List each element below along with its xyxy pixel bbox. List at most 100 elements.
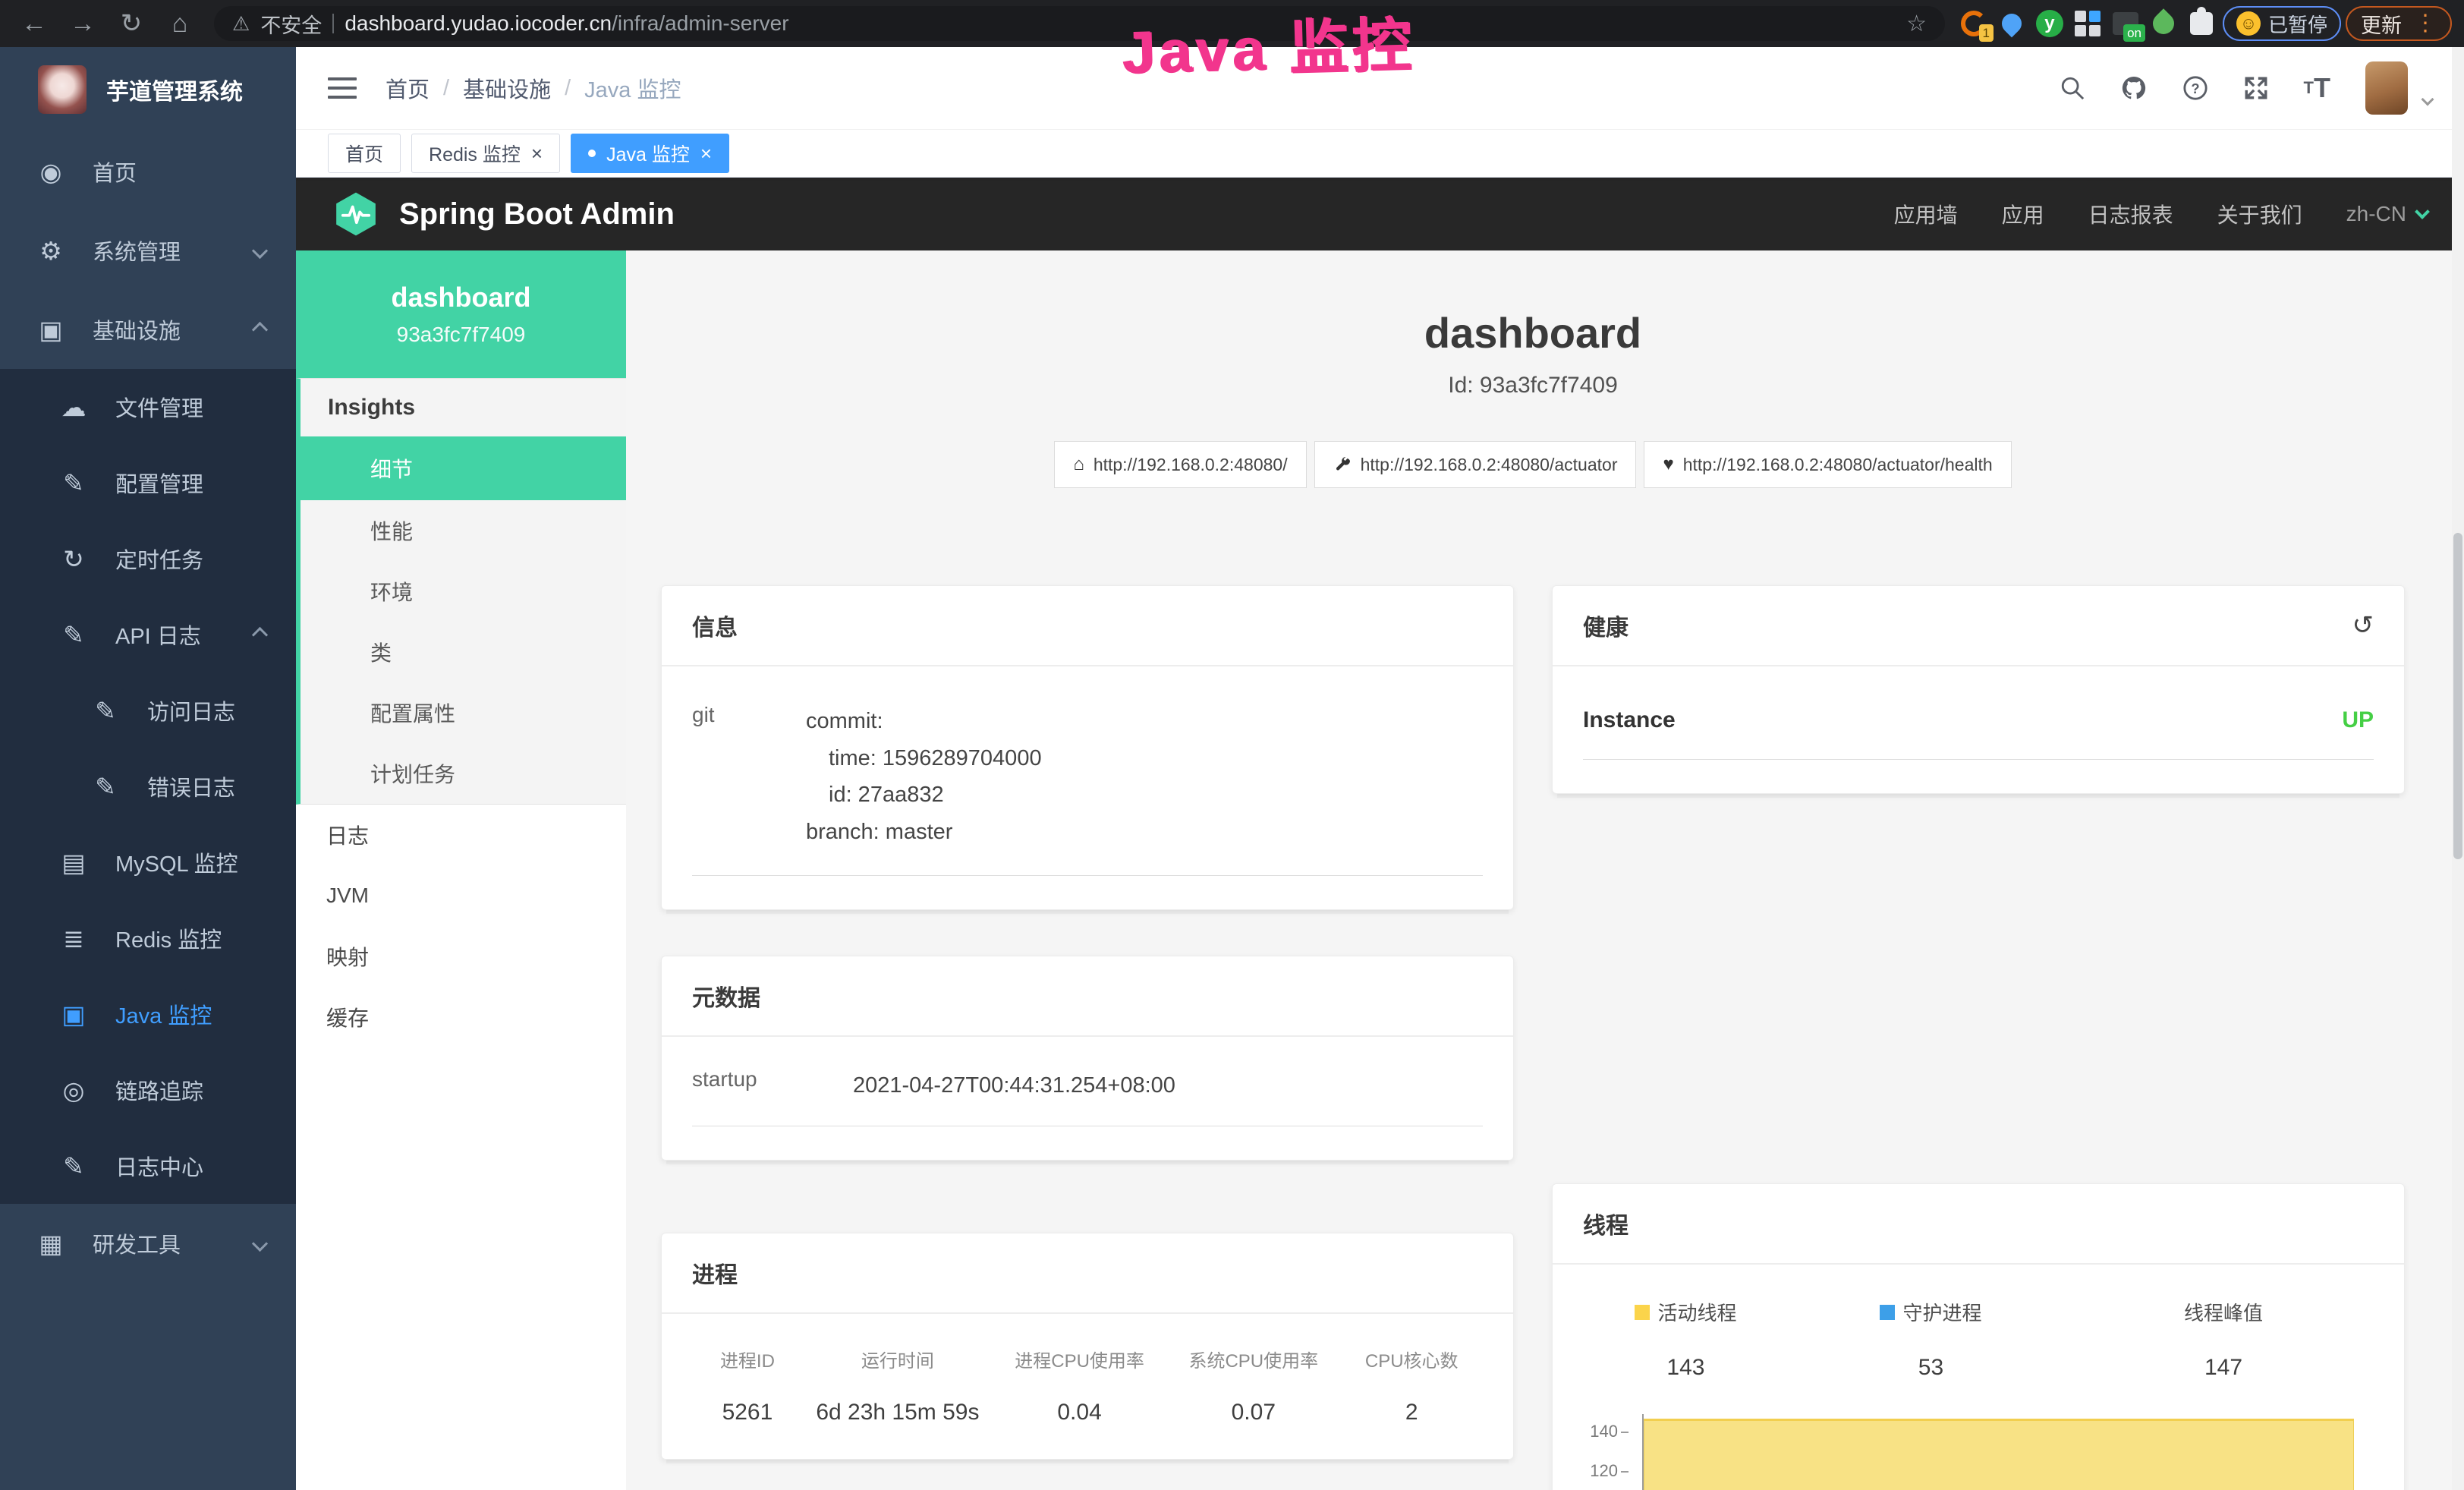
sba-nav-about[interactable]: 关于我们	[2217, 199, 2302, 229]
sidebar-item-tracing[interactable]: ◎ 链路追踪	[0, 1052, 296, 1128]
profile-emoji-icon: ☺	[2236, 11, 2261, 36]
reload-icon[interactable]: ↻	[109, 11, 153, 36]
sba-nav-applications[interactable]: 应用	[2002, 199, 2044, 229]
sba-menu-logs[interactable]: 日志	[296, 805, 626, 865]
sba-menu-mappings[interactable]: 映射	[296, 926, 626, 987]
tab-home[interactable]: 首页	[328, 134, 401, 173]
tab-java-monitor[interactable]: Java 监控 ×	[571, 134, 729, 173]
sidebar-item-java-monitor[interactable]: ▣ Java 监控	[0, 976, 296, 1052]
sidebar-item-label: 定时任务	[115, 543, 203, 575]
sidebar-item-access-logs[interactable]: ✎ 访问日志	[0, 673, 296, 748]
home-icon[interactable]: ⌂	[158, 11, 202, 36]
sidebar-item-label: 文件管理	[115, 391, 203, 423]
process-col-header: 进程CPU使用率	[993, 1346, 1166, 1372]
sidebar-item-mysql-monitor[interactable]: ▤ MySQL 监控	[0, 824, 296, 900]
extension-leaf-icon[interactable]	[2147, 7, 2180, 40]
schedule-icon: ↻	[58, 544, 90, 574]
sba-menu-classes[interactable]: 类	[301, 622, 626, 682]
sidebar-item-redis-monitor[interactable]: ≣ Redis 监控	[0, 900, 296, 976]
sba-menu-environment[interactable]: 环境	[301, 561, 626, 622]
not-secure-warning-icon: ⚠	[232, 12, 250, 36]
actuator-url-chip[interactable]: http://192.168.0.2:48080/actuator	[1314, 441, 1637, 488]
sba-nav-wallboard[interactable]: 应用墙	[1894, 199, 1958, 229]
sba-nav-journal[interactable]: 日志报表	[2088, 199, 2173, 229]
sidebar-item-home[interactable]: ◉ 首页	[0, 132, 296, 211]
sidebar-item-file-mgmt[interactable]: ☁ 文件管理	[0, 369, 296, 445]
page-scrollbar[interactable]	[2452, 47, 2464, 1490]
extensions-puzzle-icon[interactable]	[2185, 7, 2218, 40]
page-subtitle: Id: 93a3fc7f7409	[661, 373, 2405, 398]
sidebar-item-label: Redis 监控	[115, 922, 222, 954]
insights-section-label: Insights	[301, 379, 626, 436]
instance-header[interactable]: dashboard 93a3fc7f7409	[296, 250, 626, 378]
bookmark-star-icon[interactable]: ☆	[1906, 11, 1927, 37]
close-icon[interactable]: ×	[531, 143, 543, 163]
avatar[interactable]	[2365, 61, 2408, 115]
sidebar-item-system-mgmt[interactable]: ⚙ 系统管理	[0, 211, 296, 290]
infrastructure-submenu: ☁ 文件管理 ✎ 配置管理 ↻ 定时任务 ✎ API 日志 ✎ 访问日志 ✎	[0, 369, 296, 1204]
chart-area-fill	[1644, 1419, 2354, 1490]
extension-y-icon[interactable]: y	[2033, 7, 2066, 40]
close-icon[interactable]: ×	[700, 143, 712, 163]
sba-body: dashboard 93a3fc7f7409 Insights 细节 性能 环境…	[296, 250, 2464, 1490]
sidebar-item-log-center[interactable]: ✎ 日志中心	[0, 1128, 296, 1204]
chrome-update-button[interactable]: 更新 ⋮	[2346, 6, 2452, 41]
scrollbar-thumb[interactable]	[2453, 533, 2462, 859]
sidebar-item-infrastructure[interactable]: ▣ 基础设施	[0, 290, 296, 369]
wrench-icon	[1333, 455, 1352, 474]
edit-icon: ✎	[58, 468, 90, 498]
extension-switch-icon[interactable]: on	[2109, 7, 2142, 40]
actuator-url: http://192.168.0.2:48080/actuator	[1361, 455, 1618, 475]
history-icon[interactable]: ↺	[2352, 610, 2374, 641]
chevron-up-icon	[252, 321, 268, 337]
sba-menu-details[interactable]: 细节	[301, 436, 626, 500]
svg-text:?: ?	[2191, 80, 2199, 96]
app-logo-row[interactable]: 芋道管理系统	[0, 47, 296, 132]
github-icon[interactable]	[2120, 74, 2148, 102]
git-branch-line: branch: master	[806, 814, 1042, 851]
active-tab-dot	[588, 150, 596, 157]
extension-pin-icon[interactable]	[1995, 7, 2028, 40]
sidebar-item-dev-tools[interactable]: ▦ 研发工具	[0, 1204, 296, 1283]
legend-peak-threads: 线程峰值	[2073, 1298, 2374, 1326]
service-url-chip[interactable]: ⌂ http://192.168.0.2:48080/	[1054, 441, 1306, 488]
tab-redis-monitor[interactable]: Redis 监控 ×	[411, 134, 560, 173]
breadcrumb-separator: /	[443, 76, 449, 101]
threads-legend-row: 活动线程 守护进程 线程峰值 143	[1583, 1298, 2374, 1381]
sba-menu-config-props[interactable]: 配置属性	[301, 682, 626, 743]
extension-grid-icon[interactable]	[2071, 7, 2104, 40]
avatar-caret-icon[interactable]	[2422, 93, 2434, 106]
chevron-down-icon	[2415, 204, 2430, 219]
cloud-icon: ☁	[58, 392, 90, 422]
sba-locale-select[interactable]: zh-CN	[2346, 202, 2428, 226]
sidebar-item-api-logs[interactable]: ✎ API 日志	[0, 597, 296, 673]
breadcrumb-home[interactable]: 首页	[385, 72, 430, 104]
back-icon[interactable]: ←	[12, 11, 56, 36]
sidebar-item-error-logs[interactable]: ✎ 错误日志	[0, 748, 296, 824]
font-size-icon[interactable]: TT	[2304, 72, 2330, 104]
sba-menu-caches[interactable]: 缓存	[296, 987, 626, 1047]
sba-menu-scheduled-tasks[interactable]: 计划任务	[301, 743, 626, 804]
sidebar-item-config-mgmt[interactable]: ✎ 配置管理	[0, 445, 296, 521]
breadcrumb-infrastructure[interactable]: 基础设施	[463, 72, 551, 104]
sidebar-item-label: 访问日志	[147, 695, 235, 726]
forward-icon[interactable]: →	[61, 11, 105, 36]
sba-menu-jvm[interactable]: JVM	[296, 865, 626, 926]
health-url-chip[interactable]: ♥ http://192.168.0.2:48080/actuator/heal…	[1644, 441, 2011, 488]
sidebar-item-label: API 日志	[115, 619, 201, 650]
threads-area-chart: 140 120 100	[1583, 1414, 2374, 1490]
legend-yellow-swatch	[1635, 1305, 1650, 1320]
sba-menu-metrics[interactable]: 性能	[301, 500, 626, 561]
fullscreen-icon[interactable]	[2243, 75, 2269, 101]
sidebar-collapse-icon[interactable]	[328, 77, 357, 99]
extension-colorzilla-icon[interactable]: 1	[1957, 7, 1990, 40]
metadata-card-title: 元数据	[662, 956, 1513, 1037]
browser-menu-kebab-icon[interactable]: ⋮	[2414, 12, 2437, 35]
help-icon[interactable]: ?	[2182, 75, 2208, 101]
dashboard-icon: ◉	[35, 157, 67, 187]
profile-paused-badge[interactable]: ☺ 已暂停	[2223, 6, 2341, 41]
address-bar[interactable]: ⚠ 不安全 dashboard.yudao.iocoder.cn/infra/a…	[214, 6, 1945, 41]
search-icon[interactable]	[2060, 75, 2085, 101]
sidebar-item-scheduled-jobs[interactable]: ↻ 定时任务	[0, 521, 296, 597]
url-path: /infra/admin-server	[612, 11, 788, 36]
